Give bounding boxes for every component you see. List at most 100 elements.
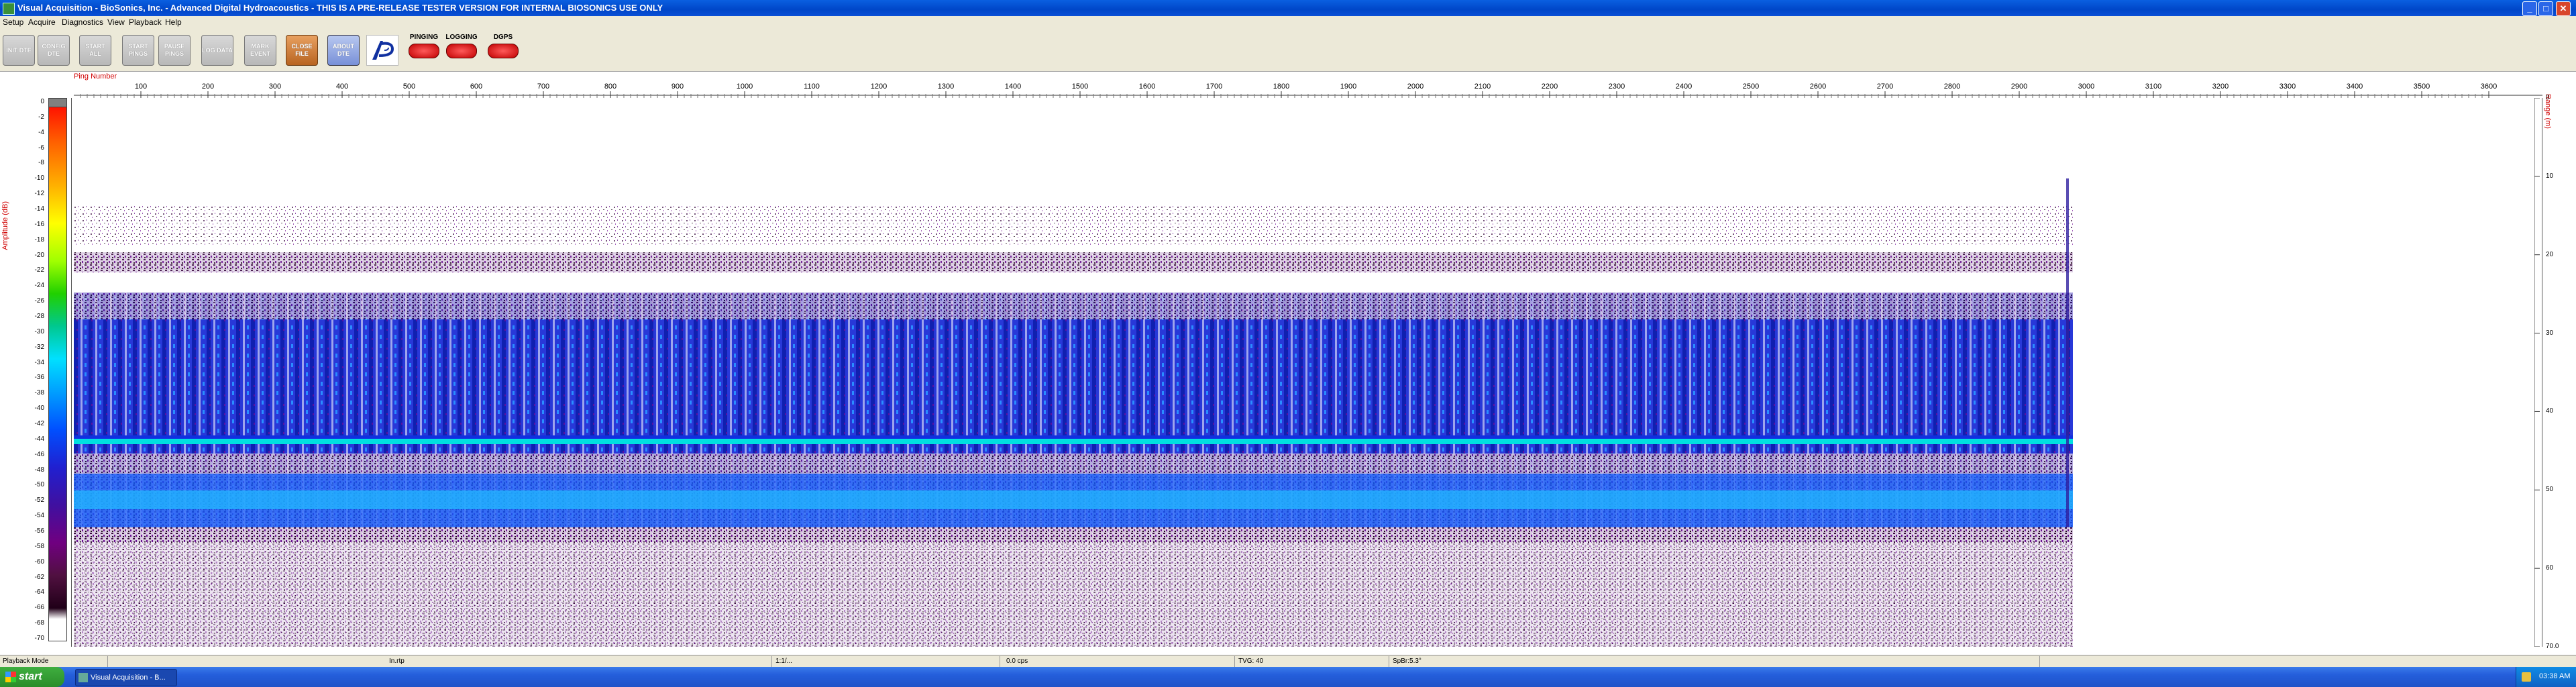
minimize-button[interactable]: _ [2522, 1, 2537, 16]
amplitude-axis-label: Amplitude (dB) [1, 201, 9, 250]
app-icon [3, 3, 15, 15]
amplitude-tick-label: -26 [34, 297, 44, 305]
windows-logo-icon [5, 672, 16, 682]
logging-indicator: LOGGING [444, 34, 479, 66]
status-position: 1:1/... [775, 657, 793, 665]
menu-setup[interactable]: Setup [3, 17, 23, 27]
status-rate: 0.0 cps [1006, 657, 1028, 665]
menu-acquire[interactable]: Acquire [28, 17, 56, 27]
amplitude-tick-label: -32 [34, 343, 44, 351]
amplitude-tick-label: -38 [34, 389, 44, 397]
taskbar-item-visual-acquisition[interactable]: Visual Acquisition - B... [75, 669, 177, 686]
range-tick-label: 60 [2546, 564, 2554, 572]
amplitude-tick-label: -24 [34, 282, 44, 290]
ping-tick-label: 1900 [1340, 83, 1356, 91]
amplitude-tick-label: -8 [38, 159, 44, 167]
amplitude-tick-label: -16 [34, 220, 44, 228]
ping-tick-label: 2500 [1743, 83, 1759, 91]
toolbar: INIT DTE CONFIG DTE START ALL START PING… [0, 28, 2576, 72]
about-dte-button[interactable]: ABOUT DTE [327, 35, 360, 66]
amplitude-color-scale [48, 98, 67, 641]
ping-tick-label: 1500 [1072, 83, 1088, 91]
ping-tick-label: 3300 [2279, 83, 2296, 91]
init-dte-button[interactable]: INIT DTE [3, 35, 35, 66]
start-all-button[interactable]: START ALL [79, 35, 111, 66]
maximize-button[interactable]: □ [2538, 1, 2553, 16]
config-dte-button[interactable]: CONFIG DTE [38, 35, 70, 66]
menu-help[interactable]: Help [165, 17, 182, 27]
pause-pings-button[interactable]: PAUSE PINGS [158, 35, 191, 66]
ping-tick-label: 3400 [2347, 83, 2363, 91]
biosonics-logo-icon [366, 35, 398, 66]
range-tick-label: 50 [2546, 486, 2554, 494]
network-icon[interactable] [2522, 672, 2531, 682]
menu-bar: Setup Acquire Diagnostics View Playback … [0, 16, 2576, 28]
amplitude-tick-label: -28 [34, 313, 44, 320]
task-label: Visual Acquisition - B... [91, 674, 166, 682]
ping-tick-label: 400 [336, 83, 348, 91]
amplitude-tick-label: -30 [34, 327, 44, 335]
amplitude-tick-label: -54 [34, 512, 44, 520]
amplitude-tick-label: -44 [34, 435, 44, 443]
ping-tick-label: 2100 [1474, 83, 1491, 91]
logging-label: LOGGING [445, 34, 478, 41]
ping-tick-label: 200 [202, 83, 214, 91]
ping-tick-label: 3200 [2212, 83, 2229, 91]
dgps-indicator: DGPS [486, 34, 521, 66]
range-tick-label: 30 [2546, 329, 2554, 337]
echogram-display[interactable] [74, 98, 2073, 647]
ping-tick-label: 2200 [1542, 83, 1558, 91]
ping-tick-label: 2700 [1877, 83, 1893, 91]
menu-diagnostics[interactable]: Diagnostics [62, 17, 103, 27]
logging-lamp-icon [446, 44, 477, 58]
ping-number-axis: 100 200 300 400 500 600 700 800 900 1000 1100 1200 1… [74, 83, 2542, 98]
amplitude-tick-label: -34 [34, 358, 44, 366]
menu-view[interactable]: View [107, 17, 125, 27]
mark-event-button[interactable]: MARK EVENT [244, 35, 276, 66]
menu-playback[interactable]: Playback [129, 17, 162, 27]
ping-tick-label: 3500 [2414, 83, 2430, 91]
start-button[interactable]: start [0, 667, 64, 687]
start-pings-button[interactable]: START PINGS [122, 35, 154, 66]
amplitude-tick-label: -50 [34, 481, 44, 489]
amplitude-tick-label: -58 [34, 542, 44, 550]
amplitude-tick-label: -36 [34, 374, 44, 382]
status-file: In.rtp [389, 657, 405, 665]
ping-tick-label: 1700 [1206, 83, 1222, 91]
ping-tick-label: 1300 [938, 83, 954, 91]
ping-tick-label: 2600 [1810, 83, 1826, 91]
amplitude-tick-label: -22 [34, 266, 44, 274]
ping-tick-label: 2400 [1676, 83, 1692, 91]
range-tick-label: 70.0 [2546, 643, 2559, 650]
dgps-label: DGPS [493, 34, 513, 41]
amplitude-tick-label: -70 [34, 635, 44, 642]
amplitude-tick-label: -4 [38, 128, 44, 136]
amplitude-tick-label: -6 [38, 144, 44, 152]
amplitude-tick-label: 0 [40, 98, 44, 105]
amplitude-tick-label: -14 [34, 205, 44, 213]
range-tick-label: 0 [2546, 94, 2550, 101]
amplitude-tick-label: -10 [34, 174, 44, 182]
ping-tick-label: 500 [403, 83, 415, 91]
ping-tick-label: 1400 [1005, 83, 1021, 91]
status-bar: Playback Mode In.rtp 1:1/... 0.0 cps TVG… [0, 655, 2576, 668]
close-file-button[interactable]: CLOSE FILE [286, 35, 318, 66]
range-tick-label: 10 [2546, 172, 2554, 180]
amplitude-tick-label: -56 [34, 527, 44, 535]
ping-tick-label: 1800 [1273, 83, 1289, 91]
ping-tick-label: 3000 [2078, 83, 2094, 91]
color-scale-cap [48, 98, 67, 107]
range-tick-label: 20 [2546, 250, 2554, 258]
close-window-button[interactable]: ✕ [2556, 1, 2571, 16]
ping-tick-label: 3100 [2145, 83, 2161, 91]
system-tray: 03:38 AM [2516, 667, 2576, 687]
ping-tick-label: 2800 [1944, 83, 1960, 91]
amplitude-tick-label: -42 [34, 420, 44, 427]
pinging-indicator: PINGING [407, 34, 441, 66]
ping-tick-label: 900 [672, 83, 684, 91]
ping-tick-label: 2900 [2011, 83, 2027, 91]
pinging-label: PINGING [409, 34, 439, 41]
log-data-button[interactable]: LOG DATA [201, 35, 233, 66]
status-beam: SpBr:5.3° [1393, 657, 1421, 665]
status-mode: Playback Mode [3, 657, 49, 665]
